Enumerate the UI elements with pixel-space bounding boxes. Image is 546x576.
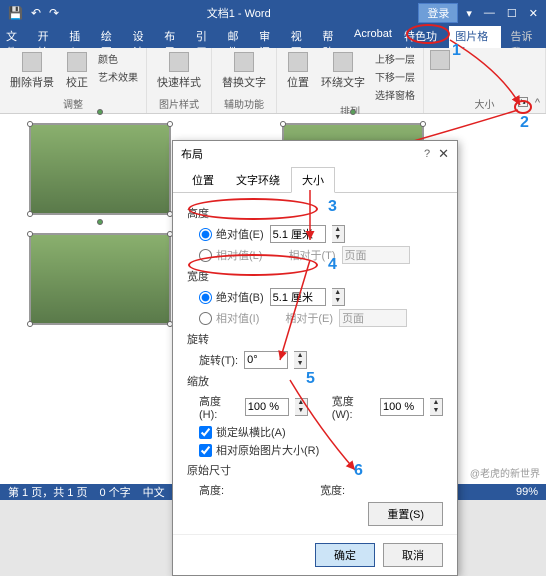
ok-button[interactable]: 确定 [315,543,375,567]
layout-dialog: 布局 ? ✕ 位置 文字环绕 大小 高度 绝对值(E) ▲▼ 相对值(L) 相对… [172,140,458,576]
document-title: 文档1 - Word [59,5,418,21]
language-status[interactable]: 中文 [143,484,165,500]
width-absolute-radio[interactable]: 绝对值(B) [199,289,264,305]
group-adjust-label: 调整 [6,96,140,111]
watermark: @老虎的新世界 [470,465,540,480]
tab-layout[interactable]: 布局 [158,26,190,48]
wrap-text-button[interactable]: 环绕文字 [317,50,369,103]
scale-height-input[interactable] [245,398,289,416]
ribbon-tabs: 文件 开始 插入 绘图 设计 布局 引用 邮件 审阅 视图 帮助 Acrobat… [0,26,546,48]
lock-aspect-checkbox[interactable]: 锁定纵横比(A) [187,424,443,440]
scale-h-spinner[interactable]: ▲▼ [295,398,308,416]
scale-width-input[interactable] [380,398,424,416]
tab-references[interactable]: 引用 [190,26,222,48]
width-relative-combo [339,309,407,327]
tab-file[interactable]: 文件 [0,26,32,48]
dialog-help-icon[interactable]: ? [424,148,430,160]
dialog-close-icon[interactable]: ✕ [438,146,449,162]
reset-button[interactable]: 重置(S) [368,502,443,526]
dialog-tab-wrap[interactable]: 文字环绕 [225,167,291,193]
dialog-title: 布局 [181,146,424,162]
height-relative-to-label: 相对于(T) [288,247,335,263]
zoom-level[interactable]: 99% [516,486,538,498]
size-dialog-launcher[interactable]: ↘ [518,97,528,107]
group-picstyle-label: 图片样式 [153,96,205,111]
scale-height-label: 高度(H): [199,393,239,421]
collapse-ribbon-icon[interactable]: ^ [535,97,540,109]
artistic-effects-button[interactable]: 艺术效果 [96,68,140,85]
height-absolute-input[interactable] [270,225,326,243]
tab-picture-format[interactable]: 图片格式 [449,26,500,48]
tab-view[interactable]: 视图 [285,26,317,48]
color-button[interactable]: 颜色 [96,50,140,67]
cancel-button[interactable]: 取消 [383,543,443,567]
width-relative-radio[interactable]: 相对值(I) [199,310,259,326]
tell-me[interactable]: 告诉我 [505,26,546,48]
tab-design[interactable]: 设计 [127,26,159,48]
undo-icon[interactable]: ↶ [31,6,41,20]
selection-pane-button[interactable]: 选择窗格 [373,86,417,103]
tab-insert[interactable]: 插入 [63,26,95,48]
tab-acrobat[interactable]: Acrobat [348,26,398,48]
redo-icon[interactable]: ↷ [49,6,59,20]
close-icon[interactable]: ✕ [529,7,538,20]
height-absolute-radio[interactable]: 绝对值(E) [199,226,264,242]
picture-3[interactable] [30,234,170,324]
remove-background-button[interactable]: 删除背景 [6,50,58,92]
minimize-icon[interactable]: — [484,7,495,20]
position-button[interactable]: 位置 [283,50,313,103]
rotate-section-label: 旋转 [187,331,443,347]
width-spinner[interactable]: ▲▼ [332,288,345,306]
tab-draw[interactable]: 绘图 [95,26,127,48]
tab-help[interactable]: 帮助 [316,26,348,48]
send-backward-button[interactable]: 下移一层 [373,68,417,85]
login-badge[interactable]: 登录 [418,3,458,23]
tab-mailings[interactable]: 邮件 [221,26,253,48]
rotate-field-label: 旋转(T): [199,352,238,368]
width-section-label: 宽度 [187,268,443,284]
page-count[interactable]: 第 1 页，共 1 页 [8,484,87,500]
width-absolute-input[interactable] [270,288,326,306]
tab-special[interactable]: 特色功能 [398,26,449,48]
rotate-spinner[interactable]: ▲▼ [294,351,307,369]
save-icon[interactable]: 💾 [8,6,23,20]
alt-text-button[interactable]: 替换文字 [218,50,270,92]
bring-forward-button[interactable]: 上移一层 [373,50,417,67]
dialog-tab-position[interactable]: 位置 [181,167,225,193]
picture-1[interactable] [30,124,170,214]
original-size-label: 原始尺寸 [187,462,443,478]
rotate-input[interactable] [244,351,288,369]
tab-home[interactable]: 开始 [32,26,64,48]
scale-section-label: 缩放 [187,373,443,389]
maximize-icon[interactable]: ☐ [507,7,517,20]
quick-styles-button[interactable]: 快速样式 [153,50,205,92]
crop-button[interactable] [430,50,450,70]
orig-width-label: 宽度: [320,482,345,498]
tab-review[interactable]: 审阅 [253,26,285,48]
word-count[interactable]: 0 个字 [99,484,130,500]
scale-w-spinner[interactable]: ▲▼ [430,398,443,416]
orig-height-label: 高度: [199,482,224,498]
scale-width-label: 宽度(W): [332,393,374,421]
dialog-tab-size[interactable]: 大小 [291,167,335,193]
height-relative-combo [342,246,410,264]
height-spinner[interactable]: ▲▼ [332,225,345,243]
group-accessibility-label: 辅助功能 [218,96,270,111]
ribbon-options-icon[interactable]: ▾ [466,7,472,20]
height-relative-radio[interactable]: 相对值(L) [199,247,262,263]
relative-original-checkbox[interactable]: 相对原始图片大小(R) [187,442,443,458]
ribbon: 删除背景 校正 颜色 艺术效果 调整 快速样式 图片样式 替换文字 辅助功能 位… [0,48,546,114]
height-section-label: 高度 [187,205,443,221]
width-relative-to-label: 相对于(E) [285,310,333,326]
corrections-button[interactable]: 校正 [62,50,92,92]
